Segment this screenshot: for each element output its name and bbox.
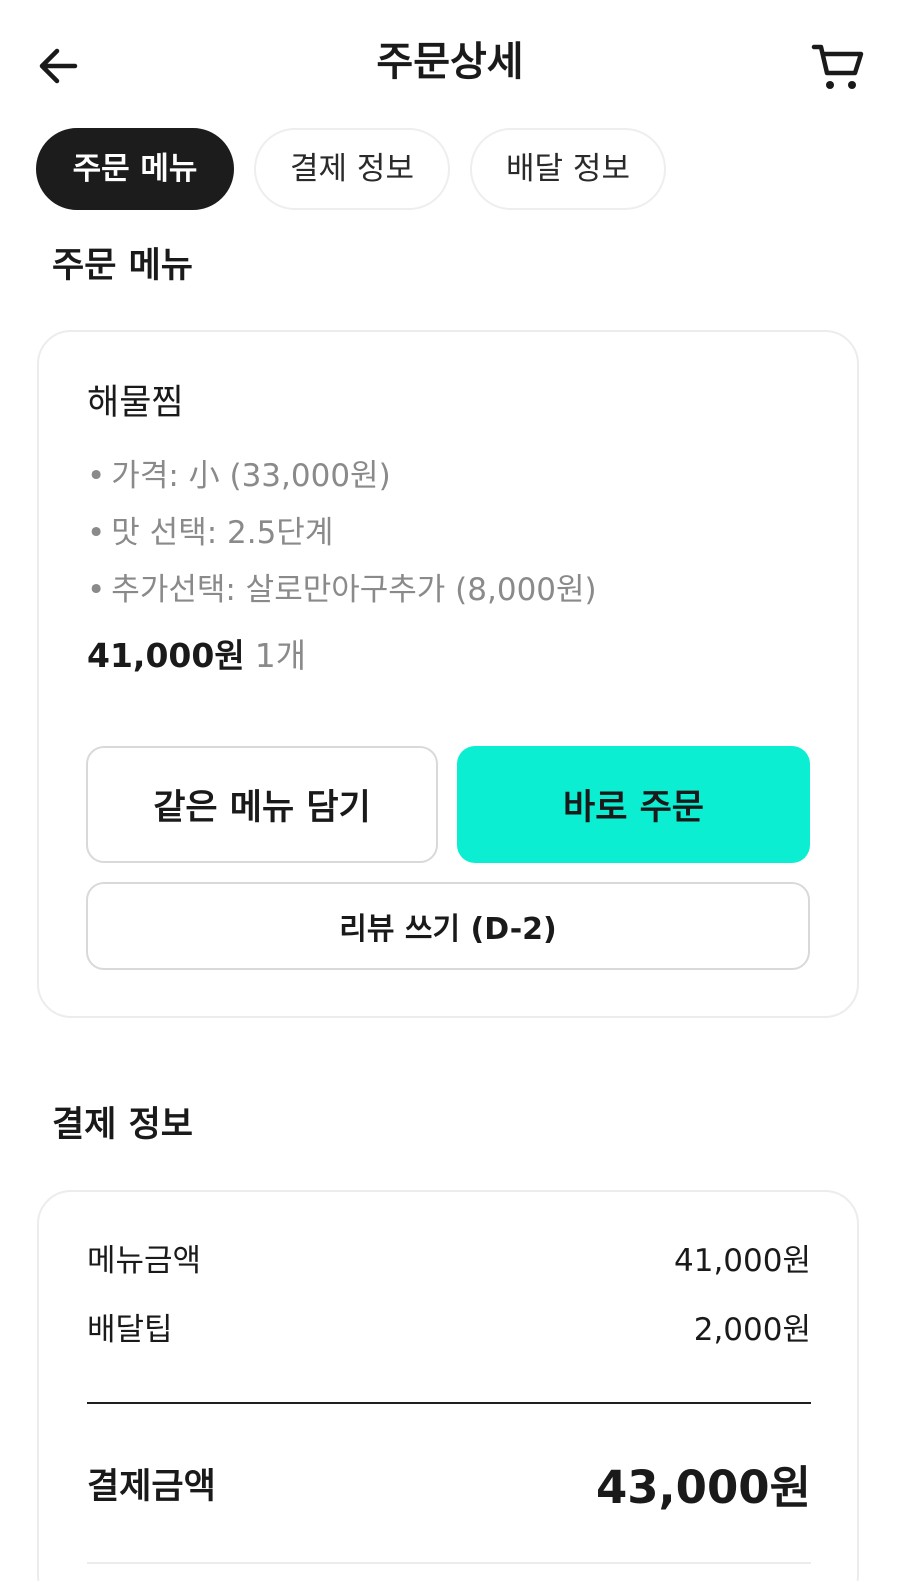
tab-payment-info[interactable]: 결제 정보 [254, 128, 450, 210]
payment-value: 2,000원 [693, 1312, 811, 1348]
option-text: 추가선택: 살로만아구추가 (8,000원) [111, 572, 597, 608]
payment-card: 메뉴금액 41,000원 배달팁 2,000원 결제금액 43,000원 [37, 1190, 859, 1581]
payment-total-row: 결제금액 43,000원 [87, 1450, 811, 1516]
tab-order-menu[interactable]: 주문 메뉴 [36, 128, 234, 210]
bullet: • [87, 458, 106, 494]
order-menu-section-title: 주문 메뉴 [52, 246, 193, 286]
payment-bottom-divider [87, 1562, 811, 1564]
payment-divider [87, 1402, 811, 1404]
option-text: 맛 선택: 2.5단계 [111, 515, 334, 551]
option-text: 가격: 小 (33,000원) [111, 458, 391, 494]
order-detail-page: 주문상세 주문 메뉴 결제 정보 배달 정보 주문 메뉴 해물찜 • 가격: 小 … [0, 0, 900, 1581]
bullet: • [87, 515, 106, 551]
page-title: 주문상세 [376, 39, 524, 85]
section-tabs: 주문 메뉴 결제 정보 배달 정보 [36, 128, 666, 210]
menu-option-spice: • 맛 선택: 2.5단계 [87, 513, 333, 553]
total-value: 43,000원 [595, 1460, 811, 1514]
item-price-row: 41,000원 1개 [87, 634, 306, 678]
item-price: 41,000원 [87, 636, 245, 675]
header: 주문상세 [0, 0, 900, 128]
add-same-menu-button[interactable]: 같은 메뉴 담기 [86, 746, 438, 863]
menu-option-price: • 가격: 小 (33,000원) [87, 456, 391, 496]
order-item-card: 해물찜 • 가격: 小 (33,000원) • 맛 선택: 2.5단계 • 추가선택:… [37, 330, 859, 1018]
payment-value: 41,000원 [674, 1243, 811, 1279]
payment-row-menu-amount: 메뉴금액 41,000원 [87, 1240, 811, 1282]
cart-icon [811, 44, 864, 89]
payment-row-delivery-tip: 배달팁 2,000원 [87, 1309, 811, 1351]
cart-button[interactable] [808, 36, 868, 96]
payment-label: 메뉴금액 [87, 1243, 202, 1279]
write-review-button[interactable]: 리뷰 쓰기 (D-2) [86, 882, 810, 970]
order-now-button[interactable]: 바로 주문 [457, 746, 810, 863]
payment-section-title: 결제 정보 [52, 1105, 193, 1145]
menu-item-name: 해물찜 [87, 383, 184, 423]
bullet: • [87, 572, 106, 608]
item-quantity: 1개 [254, 636, 307, 675]
tab-delivery-info[interactable]: 배달 정보 [470, 128, 666, 210]
total-label: 결제금액 [87, 1466, 216, 1507]
menu-option-extra: • 추가선택: 살로만아구추가 (8,000원) [87, 570, 597, 610]
payment-label: 배달팁 [87, 1312, 173, 1348]
